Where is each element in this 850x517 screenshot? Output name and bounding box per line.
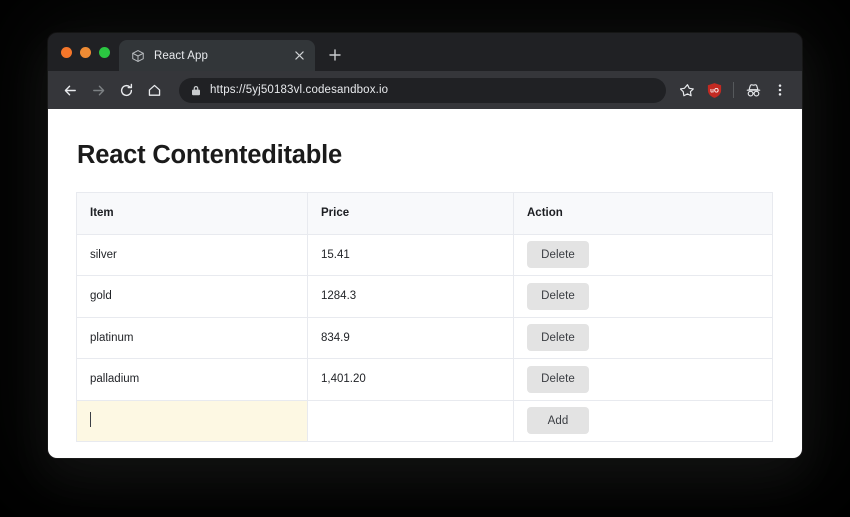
cell-price[interactable]: 834.9 [307,316,514,359]
maximize-window-button[interactable] [99,46,110,58]
reload-button[interactable] [113,77,140,104]
column-header-item: Item [76,192,308,235]
lock-icon [191,85,202,96]
cell-price[interactable]: 15.41 [307,233,514,276]
table-header-row: Item Price Action [76,192,773,235]
home-button[interactable] [141,77,168,104]
web-page-content: React Contenteditable Item Price Action … [48,109,802,458]
browser-toolbar: https://5yj50183vl.codesandbox.io uO [48,71,802,109]
cell-item[interactable]: platinum [76,316,308,359]
browser-window: React App https://5yj50183vl.codesandbox… [48,33,802,458]
window-traffic-lights [58,33,119,71]
delete-button[interactable]: Delete [527,365,589,393]
table-body: silver 15.41 Delete gold 1284.3 Delete p… [76,233,773,442]
browser-tab-react-app[interactable]: React App [119,40,315,71]
table-row: platinum 834.9 Delete [76,316,773,359]
column-header-price: Price [307,192,514,235]
ublock-origin-icon[interactable]: uO [701,77,727,103]
cell-price-new[interactable] [307,399,514,442]
items-table: Item Price Action silver 15.41 Delete go… [76,192,773,442]
table-row-new-entry: Add [76,399,773,442]
cell-action: Add [513,399,773,442]
cell-item[interactable]: palladium [76,358,308,401]
forward-button[interactable] [85,77,112,104]
tab-strip: React App [48,33,802,71]
back-button[interactable] [57,77,84,104]
codesandbox-cube-icon [130,48,145,63]
toolbar-divider [733,82,734,98]
close-tab-icon[interactable] [291,48,307,64]
cell-action: Delete [513,275,773,318]
address-bar[interactable]: https://5yj50183vl.codesandbox.io [179,77,666,103]
address-bar-url: https://5yj50183vl.codesandbox.io [210,84,389,96]
cell-action: Delete [513,316,773,359]
cell-action: Delete [513,358,773,401]
cell-price[interactable]: 1284.3 [307,275,514,318]
new-tab-button[interactable] [321,41,349,69]
column-header-action: Action [513,192,773,235]
cell-item[interactable]: gold [76,275,308,318]
table-row: gold 1284.3 Delete [76,275,773,318]
table-row: palladium 1,401.20 Delete [76,358,773,401]
cell-action: Delete [513,233,773,276]
minimize-window-button[interactable] [80,46,91,58]
browser-tab-title: React App [154,49,208,62]
text-caret [90,412,91,428]
incognito-icon[interactable] [740,77,766,103]
delete-button[interactable]: Delete [527,241,589,269]
delete-button[interactable]: Delete [527,324,589,352]
bookmark-star-icon[interactable] [674,77,700,103]
cell-item-editing[interactable] [76,399,308,442]
close-window-button[interactable] [61,46,72,58]
add-button[interactable]: Add [527,407,589,435]
cell-item[interactable]: silver [76,233,308,276]
chrome-menu-icon[interactable] [767,77,793,103]
svg-text:uO: uO [710,87,719,94]
page-title: React Contenteditable [77,141,343,169]
table-row: silver 15.41 Delete [76,233,773,276]
cell-price[interactable]: 1,401.20 [307,358,514,401]
desktop-background: React App https://5yj50183vl.codesandbox… [0,0,850,517]
delete-button[interactable]: Delete [527,282,589,310]
table-header: Item Price Action [76,192,773,235]
